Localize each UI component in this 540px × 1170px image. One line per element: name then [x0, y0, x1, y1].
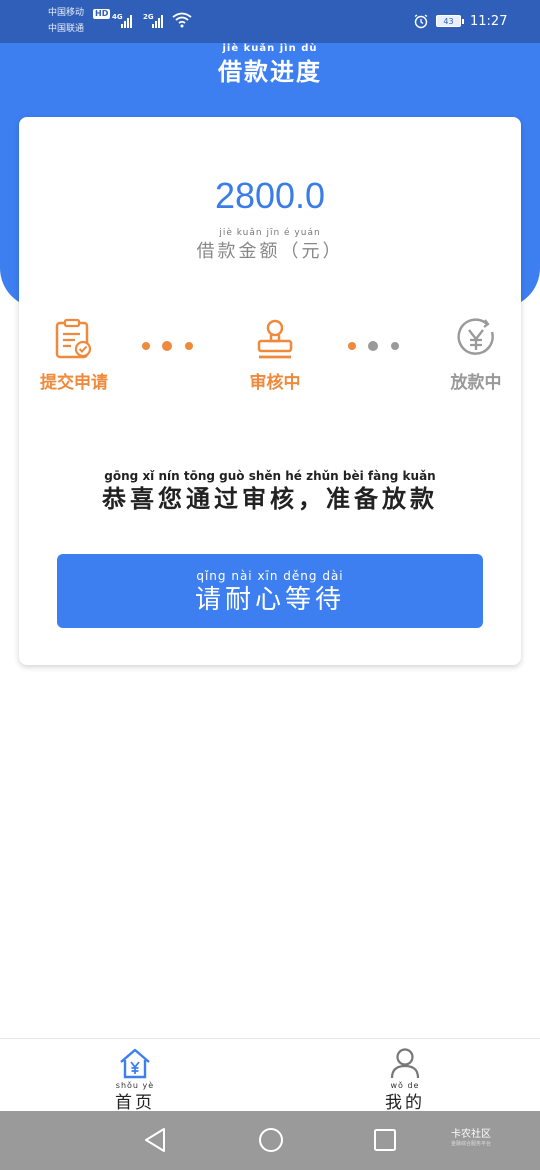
user-icon [390, 1048, 420, 1079]
please-wait-button[interactable]: qǐng nài xīn děng dài 请耐心等待 [57, 554, 483, 628]
progress-dots-1 [141, 339, 196, 351]
approval-message: 恭喜您通过审核，准备放款 [102, 484, 438, 513]
step-submit-application: 提交申请 [33, 318, 115, 393]
alarm-icon [414, 14, 428, 29]
progress-dots-2 [347, 339, 402, 351]
signal-icon-2 [152, 14, 166, 28]
yuan-coin-icon [457, 318, 494, 355]
please-wait-label: 请耐心等待 [194, 585, 345, 615]
loan-progress-card: 2800.0 jiè kuǎn jīn é yuán 借款金额（元） 提交申请 … [19, 117, 521, 665]
step-label-disbursing: 放款中 [450, 373, 502, 393]
carrier-secondary: 中国联通 [48, 24, 84, 34]
hd-badge: HD [93, 9, 111, 19]
back-icon[interactable] [142, 1126, 168, 1154]
signal-icon [121, 14, 135, 28]
stamp-icon [257, 319, 293, 359]
watermark-subtext: 金融综合服务平台 [451, 1141, 492, 1147]
tab-mine[interactable]: wǒ de 我的 [270, 1039, 540, 1113]
step-under-review: 审核中 [229, 318, 321, 393]
tab-mine-label: 我的 [385, 1093, 425, 1113]
carrier-secondary-label: 中国联通 [48, 24, 85, 34]
watermark-logo: 卡农社区 金融综合服务平台 [451, 1125, 491, 1147]
step-disbursing: 放款中 [435, 318, 517, 393]
clipboard-check-icon [55, 318, 92, 359]
page-title: 借款进度 [218, 57, 322, 86]
bottom-tab-bar: shǒu yè 首页 wǒ de 我的 [0, 1038, 540, 1113]
wifi-icon [172, 12, 192, 28]
tab-home[interactable]: shǒu yè 首页 [0, 1039, 270, 1113]
watermark-text: 卡农社区 [451, 1129, 491, 1140]
battery-icon: 43 [436, 15, 464, 27]
tab-home-label: 首页 [115, 1093, 155, 1113]
home-circle-icon[interactable] [257, 1126, 285, 1154]
step-label-submit: 提交申请 [40, 373, 108, 393]
loan-amount: 2800.0 [214, 175, 326, 216]
step-label-review: 审核中 [249, 373, 301, 393]
carrier-primary: 中国移动 [48, 8, 84, 18]
loan-amount-label: 借款金额（元） [196, 241, 344, 262]
status-bar: 中国移动 中国联通 HD 4G 2G 43 11:27 [0, 0, 540, 43]
clock-time: 11:27 [470, 14, 508, 29]
carrier-primary-label: 中国移动 [48, 8, 85, 18]
recent-apps-icon[interactable] [372, 1126, 398, 1154]
home-yuan-icon [120, 1048, 150, 1079]
